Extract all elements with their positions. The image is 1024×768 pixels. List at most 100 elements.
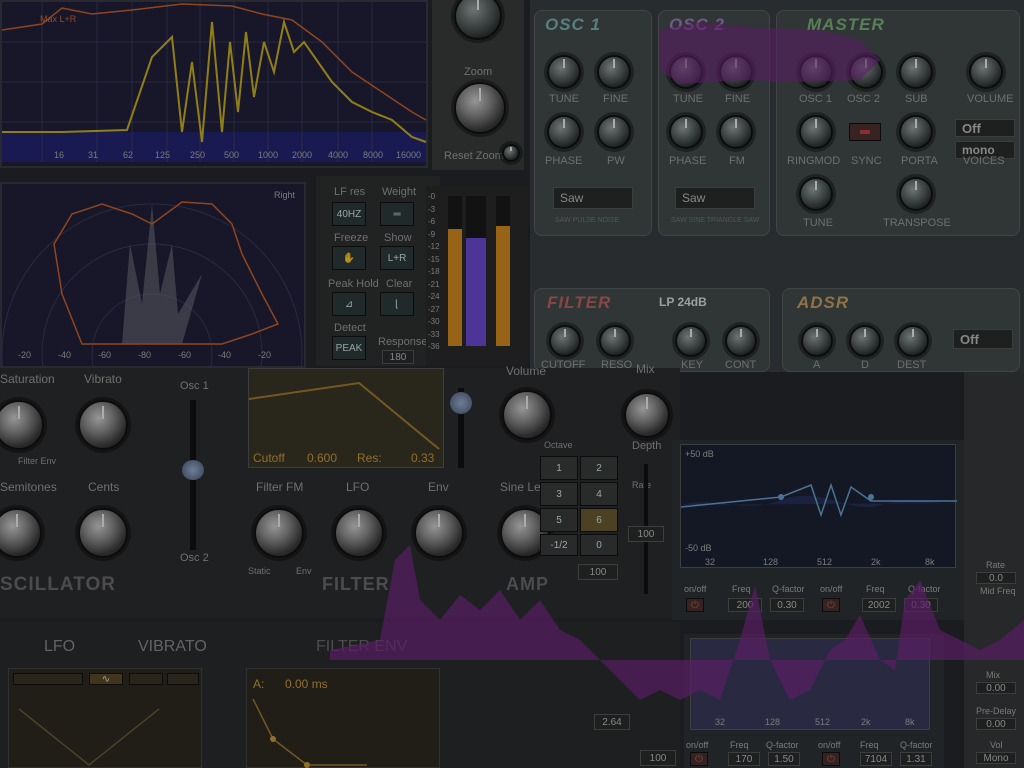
- eq-band-label: Q-factor: [908, 584, 941, 594]
- master-porta-knob[interactable]: [899, 115, 933, 149]
- osc1-tune-label: TUNE: [549, 93, 579, 105]
- lower-eq-band1-toggle[interactable]: ⏻: [690, 752, 708, 766]
- response-value[interactable]: 180: [382, 350, 414, 364]
- mod-value-a[interactable]: 2.64: [594, 714, 630, 730]
- osc1-tune-knob[interactable]: [547, 55, 581, 89]
- octave-button-3[interactable]: 3: [540, 482, 578, 506]
- meter-fill-left: [448, 229, 462, 346]
- filter-env-knob[interactable]: [414, 508, 464, 558]
- osc2-fm-knob[interactable]: [719, 115, 753, 149]
- mix-knob[interactable]: [624, 392, 670, 438]
- master-sync-button[interactable]: [849, 123, 881, 141]
- adsr-value[interactable]: Off: [953, 329, 1013, 349]
- filter-cont-knob[interactable]: [725, 325, 757, 357]
- peak-hold-button[interactable]: ⊿: [332, 292, 366, 316]
- octave-button-1[interactable]: 1: [540, 456, 578, 480]
- osc1-phase-knob[interactable]: [547, 115, 581, 149]
- octave-button-grid: 1 2 3 4 5 6 -1/2 0: [540, 456, 618, 556]
- depth-label: Depth: [632, 440, 662, 452]
- semitones-knob[interactable]: [0, 508, 42, 558]
- master-osc2-knob[interactable]: [849, 55, 883, 89]
- filter-key-knob[interactable]: [675, 325, 707, 357]
- cents-knob[interactable]: [78, 508, 128, 558]
- master-ringmod-knob[interactable]: [799, 115, 833, 149]
- adsr-a-knob[interactable]: [801, 325, 833, 357]
- osc-mix-slider-thumb[interactable]: [182, 460, 204, 480]
- octave-button-2[interactable]: 2: [580, 456, 618, 480]
- lower-eq-band2-q[interactable]: 1.31: [900, 752, 932, 766]
- zoom-knob[interactable]: [454, 82, 506, 134]
- weight-button[interactable]: ═: [380, 202, 414, 226]
- osc1-wave-select[interactable]: Saw: [553, 187, 633, 209]
- detect-button[interactable]: PEAK: [332, 336, 366, 360]
- right-mix-value[interactable]: 0.00: [976, 682, 1016, 694]
- eq-band1-toggle[interactable]: ⏻: [686, 598, 704, 612]
- filter-fm-knob[interactable]: [254, 508, 304, 558]
- res-value[interactable]: 0.33: [411, 451, 434, 465]
- scope-plot: [1, 201, 303, 505]
- master-transpose-knob[interactable]: [899, 177, 933, 211]
- lower-eq-label: Q-factor: [900, 740, 933, 750]
- volume-knob[interactable]: [502, 390, 552, 440]
- show-button[interactable]: L+R: [380, 246, 414, 270]
- right-predelay-value[interactable]: 0.00: [976, 718, 1016, 730]
- top-knob[interactable]: [454, 0, 502, 40]
- clear-button[interactable]: ⌊: [380, 292, 414, 316]
- lower-eq-band1-freq[interactable]: 170: [728, 752, 760, 766]
- lower-eq-band2-freq[interactable]: 7104: [860, 752, 892, 766]
- reset-zoom-button[interactable]: [502, 144, 520, 162]
- scope-tick: -60: [178, 350, 192, 360]
- master-volume-knob[interactable]: [969, 55, 1003, 89]
- osc2-phase-knob[interactable]: [669, 115, 703, 149]
- depth-value[interactable]: 100: [628, 526, 664, 542]
- adsr-d-knob[interactable]: [849, 325, 881, 357]
- octave-button-half[interactable]: -1/2: [540, 534, 578, 556]
- octave-button-5[interactable]: 5: [540, 508, 578, 532]
- adsr-dest-knob[interactable]: [897, 325, 929, 357]
- octave-button-0[interactable]: 0: [580, 534, 618, 556]
- right-vol-value[interactable]: Mono: [976, 752, 1016, 764]
- freeze-button[interactable]: ✋: [332, 246, 366, 270]
- filter-cutoff-knob[interactable]: [549, 325, 581, 357]
- eq-band2-toggle[interactable]: ⏻: [822, 598, 840, 612]
- octave-button-6[interactable]: 6: [580, 508, 618, 532]
- master-title: MASTER: [807, 15, 885, 34]
- porta-value[interactable]: Off: [955, 119, 1015, 137]
- filter-reso-knob[interactable]: [599, 325, 631, 357]
- osc1-fine-knob[interactable]: [597, 55, 631, 89]
- lfo-tab[interactable]: LFO: [44, 638, 75, 656]
- meter-scale: -0 -3 -6 -9 -12 -15 -18 -21 -24 -27 -30 -33 -36: [428, 192, 450, 362]
- cutoff-value[interactable]: 0.600: [307, 451, 337, 465]
- lf-res-button[interactable]: 40HZ: [332, 202, 366, 226]
- lower-eq-band2-toggle[interactable]: ⏻: [822, 752, 840, 766]
- osc2-fine-knob[interactable]: [719, 55, 753, 89]
- freq-tick: 31: [88, 150, 99, 160]
- mod-value-b[interactable]: 100: [640, 750, 676, 766]
- right-rate-value[interactable]: 0.0: [976, 572, 1016, 584]
- master-sub-knob[interactable]: [899, 55, 933, 89]
- filter-type-label: LP 24dB: [659, 295, 707, 309]
- filter-lfo-knob[interactable]: [334, 508, 384, 558]
- osc2-tune-knob[interactable]: [669, 55, 703, 89]
- osc1-fine-label: FINE: [603, 93, 629, 105]
- eq-freq-tick: 512: [817, 557, 833, 567]
- filter-env-tab[interactable]: FILTER ENV: [316, 638, 407, 656]
- master-osc1-knob[interactable]: [799, 55, 833, 89]
- eq-band2-q[interactable]: 0.30: [904, 598, 938, 612]
- eq-band1-q[interactable]: 0.30: [770, 598, 804, 612]
- osc2-wave-select[interactable]: Saw: [675, 187, 755, 209]
- meter-bar-left: [448, 196, 462, 346]
- master-tune-knob[interactable]: [799, 177, 833, 211]
- amp-slider-thumb[interactable]: [450, 392, 472, 414]
- vibrato-tab[interactable]: VIBRATO: [138, 638, 207, 656]
- saturation-knob[interactable]: [0, 400, 44, 450]
- osc2-section: OSC 2 TUNE FINE PHASE FM Saw SAW SINE TR…: [658, 10, 770, 236]
- osc1-pw-knob[interactable]: [597, 115, 631, 149]
- eq-band2-freq[interactable]: 2002: [862, 598, 896, 612]
- vibrato-knob[interactable]: [78, 400, 128, 450]
- lower-eq-band1-q[interactable]: 1.50: [768, 752, 800, 766]
- eq-band1-freq[interactable]: 200: [728, 598, 762, 612]
- amp-voices-value[interactable]: 100: [578, 564, 618, 580]
- spectrum-freq-axis: 16 31 62 125 250 500 1000 2000 4000 8000…: [2, 150, 426, 164]
- octave-button-4[interactable]: 4: [580, 482, 618, 506]
